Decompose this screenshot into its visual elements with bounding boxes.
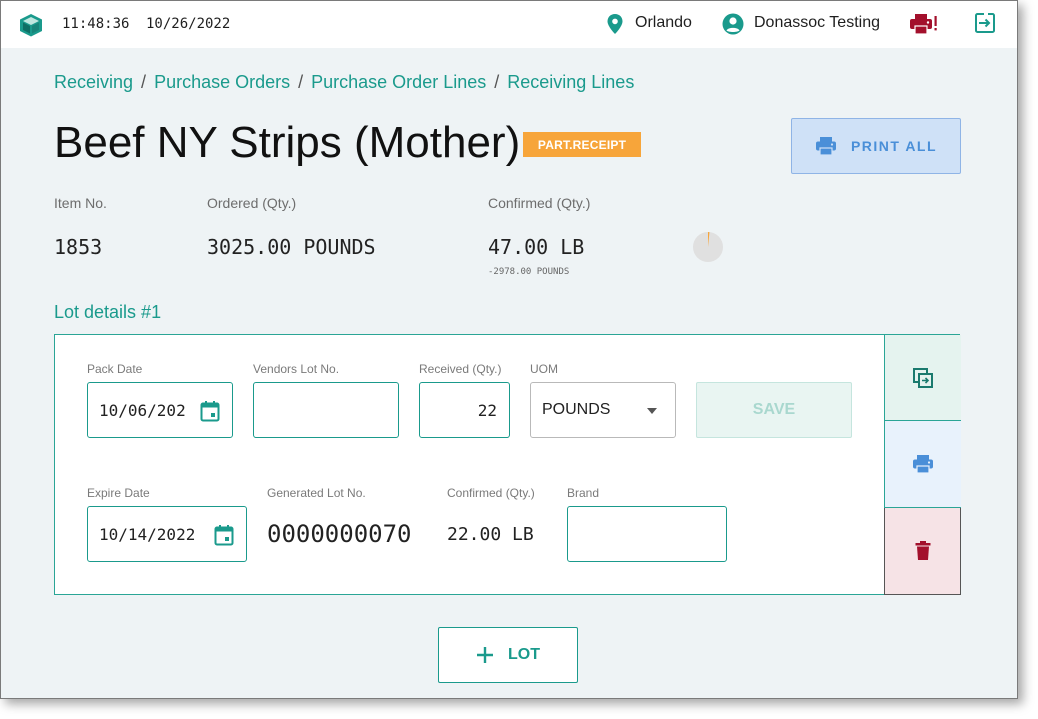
remaining-qty-value: -2978.00 POUNDS <box>488 267 570 277</box>
received-qty-input[interactable]: 22 <box>419 382 510 438</box>
top-bar: 11:48:36 10/26/2022 Orlando Donassoc Tes… <box>1 1 1017 48</box>
received-qty-value: 22 <box>477 400 497 420</box>
generated-lot-value: 0000000070 <box>267 520 412 548</box>
uom-select[interactable]: POUNDS <box>530 382 676 438</box>
uom-value: POUNDS <box>542 401 611 418</box>
calendar-icon[interactable] <box>200 400 220 422</box>
uom-label: UOM <box>530 362 558 376</box>
breadcrumb-receiving-lines[interactable]: Receiving Lines <box>507 72 634 92</box>
add-lot-button[interactable]: LOT <box>438 627 578 683</box>
print-all-button[interactable]: PRINT ALL <box>791 118 961 174</box>
expire-date-value: 10/14/2022 <box>99 524 196 544</box>
duplicate-lot-button[interactable] <box>884 335 961 421</box>
trash-icon <box>915 541 930 560</box>
plus-icon <box>477 647 493 663</box>
printer-icon <box>815 137 836 156</box>
receipt-progress-pie <box>693 232 723 262</box>
page-title: Beef NY Strips (Mother) <box>54 118 521 167</box>
breadcrumb: Receiving / Purchase Orders / Purchase Order… <box>54 72 634 93</box>
delete-lot-button[interactable] <box>884 508 961 595</box>
logout-icon[interactable] <box>974 12 996 34</box>
expire-date-label: Expire Date <box>87 486 150 500</box>
lot-details-title: Lot details #1 <box>54 302 162 322</box>
location-name[interactable]: Orlando <box>635 14 692 32</box>
received-qty-label: Received (Qty.) <box>419 362 502 376</box>
chevron-down-icon <box>647 408 657 414</box>
brand-label: Brand <box>567 486 600 500</box>
pack-date-input[interactable]: 10/06/202 <box>87 382 233 438</box>
status-badge: PART.RECEIPT <box>523 132 641 157</box>
app-window: 11:48:36 10/26/2022 Orlando Donassoc Tes… <box>0 0 1018 699</box>
printer-alert-icon[interactable] <box>909 13 939 35</box>
lot-confirmed-qty-value: 22.00 LB <box>447 524 534 545</box>
box-logo-icon[interactable] <box>18 12 44 38</box>
confirmed-qty-label: Confirmed (Qty.) <box>488 195 591 211</box>
copy-icon <box>913 367 933 388</box>
print-all-label: PRINT ALL <box>850 138 938 154</box>
map-pin-icon[interactable] <box>606 13 624 35</box>
save-button[interactable]: SAVE <box>696 382 852 438</box>
clock-time: 11:48:36 <box>62 16 130 32</box>
breadcrumb-separator: / <box>494 72 500 92</box>
breadcrumb-separator: / <box>141 72 147 92</box>
user-name[interactable]: Donassoc Testing <box>754 14 880 32</box>
breadcrumb-purchase-order-lines[interactable]: Purchase Order Lines <box>311 72 486 92</box>
pack-date-label: Pack Date <box>87 362 143 376</box>
print-lot-button[interactable] <box>884 421 961 508</box>
vendor-lot-input[interactable] <box>253 382 399 438</box>
breadcrumb-receiving[interactable]: Receiving <box>54 72 133 92</box>
brand-input[interactable] <box>567 506 727 562</box>
item-no-value: 1853 <box>54 235 103 259</box>
breadcrumb-separator: / <box>298 72 304 92</box>
clock-date: 10/26/2022 <box>146 16 231 32</box>
expire-date-input[interactable]: 10/14/2022 <box>87 506 247 562</box>
printer-icon <box>913 455 933 474</box>
generated-lot-label: Generated Lot No. <box>267 486 366 500</box>
ordered-qty-value: 3025.00 POUNDS <box>207 235 376 259</box>
vendor-lot-label: Vendors Lot No. <box>253 362 340 376</box>
ordered-qty-label: Ordered (Qty.) <box>207 195 297 211</box>
add-lot-label: LOT <box>508 646 540 663</box>
lot-confirmed-qty-label: Confirmed (Qty.) <box>447 486 535 500</box>
confirmed-qty-value: 47.00 LB <box>488 235 585 259</box>
item-no-label: Item No. <box>54 195 107 211</box>
calendar-icon[interactable] <box>214 524 234 546</box>
lot-details-card: Pack Date 10/06/202 Vendors Lot No. Rece… <box>54 334 961 595</box>
breadcrumb-purchase-orders[interactable]: Purchase Orders <box>154 72 290 92</box>
pack-date-value: 10/06/202 <box>99 400 186 420</box>
account-circle-icon[interactable] <box>722 13 744 35</box>
